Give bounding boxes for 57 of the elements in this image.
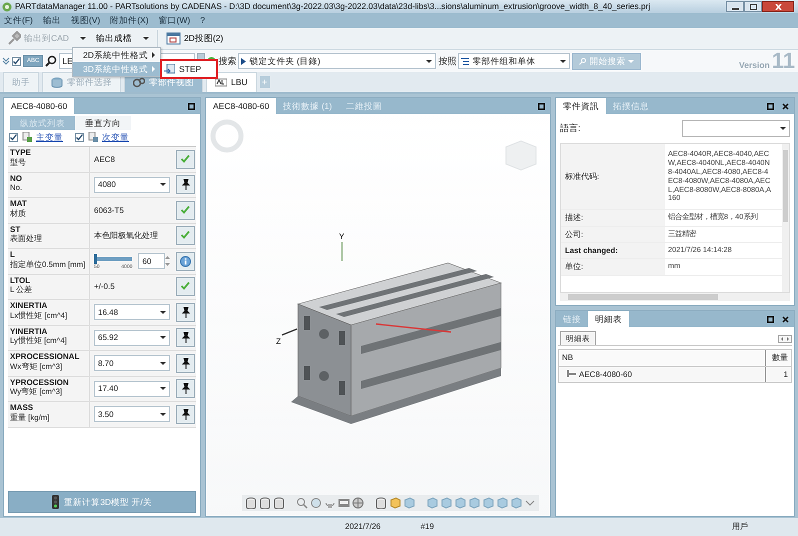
parameter-value: AEC8 [94,154,115,164]
panel-tab[interactable]: 明細表 [588,311,629,327]
status-text: 2021/7/26 [345,522,381,532]
parameter-name: XINERTIA [10,301,48,311]
value-combo[interactable]: 4080 [94,176,170,193]
parameter-name: NO [10,174,23,184]
status-text: 用戶 [732,522,748,532]
table-cell: AEC8-4080-60 [579,370,632,380]
parameter-name: ST [10,224,22,234]
parameter-name: MAT [10,199,28,209]
axis-label: Y [339,232,344,241]
parameter-name: YINERTIA [10,326,48,336]
parameter-value: +/-0.5 [94,282,115,292]
tab[interactable]: 垂直方向 [75,116,131,130]
menu-item[interactable]: 输出 [42,15,61,26]
value-combo[interactable]: 3.50 [94,406,170,422]
by-label: 按照 [438,56,456,66]
value-combo[interactable]: 16.48 [94,304,170,320]
toolbar-button[interactable]: 2D投图(2) [164,31,226,46]
parameter-name: TYPE [10,148,32,158]
axis-label: Z [276,337,281,346]
parameter-name: YPROCESSION [10,378,70,387]
column-header: NB [559,350,766,366]
variable-link[interactable]: 主变量 [36,132,63,142]
menu-item[interactable]: 视图(V) [70,15,100,26]
number-field[interactable]: 60 [138,253,165,270]
folder-combo[interactable]: 锁定文件夹 (目錄) [238,53,436,69]
parameter-name: L [10,250,16,260]
value-combo[interactable]: 17.40 [94,380,170,397]
search-label: 搜索 [218,56,236,66]
version-number: 11 [772,52,795,70]
toolbar-button[interactable]: 输出成檔 [94,33,151,44]
version-label: Version [739,60,770,70]
parameter-name: XPROCESSIONAL [10,352,80,362]
menu-item[interactable]: 附加件(X) [110,15,149,26]
parameter-value: 本色阳极氧化处理 [94,231,158,241]
menu-item[interactable]: 2D系統中性格式 [73,48,160,62]
panel-tab[interactable]: AEC8-4080-60 [4,98,74,114]
menu-item[interactable]: STEP [161,60,217,78]
value-combo[interactable]: 8.70 [94,355,170,372]
menu-item[interactable]: ? [200,15,205,26]
menu-item[interactable]: 窗口(W) [158,15,190,26]
menu-item[interactable]: 文件(F) [4,15,33,26]
variable-link[interactable]: 次变量 [102,132,129,142]
scope-combo[interactable]: 零部件组和单体 [458,53,570,69]
column-header: 數量 [771,352,789,364]
table-cell-text: 1 [782,368,789,381]
window-title: PARTdataManager 11.00 - PARTsolutions by CADENAS - D:\3D document\3g-2022.03\3g-2022.03\data\23d-libs\3...sions\aluminum_extrusion\groove_width_8_40_series.prj [15,2,650,12]
value-combo[interactable]: 65.92 [94,330,170,346]
tab[interactable]: LBU [206,72,257,92]
status-text: #19 [420,522,434,532]
panel-tab[interactable]: 零件資訊 [556,98,606,114]
panel-tab[interactable]: AEC8-4080-60 [206,98,276,114]
parameter-name: MASS [10,403,34,413]
language-label: 語言: [560,123,581,134]
parameter-name: LTOL [10,276,32,286]
parameter-value: 6063-T5 [94,206,124,216]
